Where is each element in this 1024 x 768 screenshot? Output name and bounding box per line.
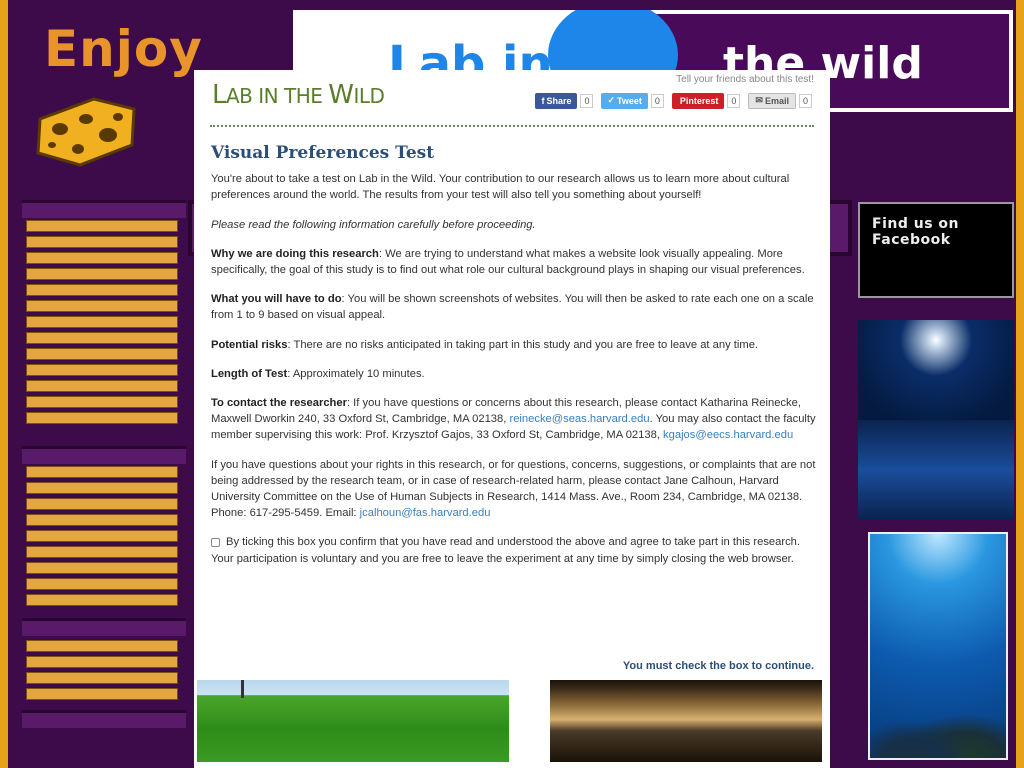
- left-menu-block-1: [26, 220, 178, 428]
- must-check-message: You must check the box to continue.: [622, 660, 814, 672]
- length-label: Length of Test: [211, 367, 288, 380]
- menu-stripe[interactable]: [26, 284, 178, 296]
- logo-letter: W: [328, 80, 354, 110]
- gajos-email-link[interactable]: kgajos@eecs.harvard.edu: [663, 429, 793, 441]
- tell-friends-text: Tell your friends about this test!: [676, 74, 814, 85]
- menu-stripe[interactable]: [26, 380, 178, 392]
- share-label: Share: [546, 95, 572, 106]
- left-sidebar-footer: [22, 710, 186, 728]
- facebook-share-button[interactable]: f Share: [535, 92, 578, 109]
- facebook-widget-title: Find us on Facebook: [872, 216, 959, 248]
- share-count: 0: [798, 93, 812, 108]
- email-share[interactable]: ✉ Email 0: [748, 92, 812, 109]
- menu-stripe[interactable]: [26, 688, 178, 700]
- rights-paragraph: If you have questions about your rights …: [211, 457, 817, 522]
- cheese-logo: [36, 97, 136, 167]
- share-label: Pinterest: [679, 95, 719, 106]
- email-icon: ✉: [755, 95, 763, 105]
- menu-stripe[interactable]: [26, 466, 178, 478]
- share-label: Tweet: [617, 95, 642, 106]
- left-sidebar-header: [22, 200, 186, 218]
- menu-stripe[interactable]: [26, 656, 178, 668]
- logo-letter: L: [212, 80, 227, 110]
- why-label: Why we are doing this research: [211, 247, 379, 260]
- contact-paragraph: To contact the researcher: If you have q…: [211, 395, 817, 444]
- consent-text: By ticking this box you confirm that you…: [211, 536, 801, 565]
- left-menu-block-2: [26, 466, 178, 610]
- facebook-share[interactable]: f Share 0: [535, 92, 594, 109]
- length-paragraph: Length of Test: Approximately 10 minutes…: [211, 366, 817, 382]
- menu-stripe[interactable]: [26, 514, 178, 526]
- email-button[interactable]: ✉ Email: [748, 92, 796, 109]
- night-sea-image: [858, 320, 1014, 520]
- logo-letter: AB IN THE: [226, 84, 329, 108]
- menu-stripe[interactable]: [26, 268, 178, 280]
- share-buttons: f Share 0 ✓ Tweet 0 Pinterest 0 ✉ Email: [535, 92, 812, 109]
- consent-content: Visual Preferences Test You're about to …: [211, 143, 817, 580]
- logo-letter: ILD: [353, 84, 385, 108]
- what-label: What you will have to do: [211, 293, 342, 306]
- pinterest-share[interactable]: Pinterest 0: [671, 92, 741, 109]
- reef-shape: [870, 698, 1006, 758]
- risks-paragraph: Potential risks: There are no risks anti…: [211, 337, 817, 353]
- grass-field-image: [197, 680, 509, 762]
- consent-checkbox[interactable]: [211, 538, 220, 547]
- right-sidebar: Find us on Facebook: [856, 200, 1018, 768]
- menu-stripe[interactable]: [26, 482, 178, 494]
- reinecke-email-link[interactable]: reinecke@seas.harvard.edu: [509, 413, 649, 425]
- left-sidebar-divider: [22, 618, 186, 636]
- share-count: 0: [650, 93, 664, 108]
- share-count: 0: [580, 93, 594, 108]
- twitter-icon: ✓: [607, 95, 616, 105]
- facebook-widget[interactable]: Find us on Facebook: [858, 202, 1014, 298]
- why-paragraph: Why we are doing this research: We are t…: [211, 246, 817, 278]
- share-label: Email: [764, 95, 789, 106]
- lab-in-the-wild-logo[interactable]: LAB IN THE WILD: [212, 80, 385, 110]
- please-read-paragraph: Please read the following information ca…: [211, 217, 817, 233]
- consent-paragraph: By ticking this box you confirm that you…: [211, 534, 817, 566]
- menu-stripe[interactable]: [26, 252, 178, 264]
- menu-stripe[interactable]: [26, 412, 178, 424]
- menu-stripe[interactable]: [26, 498, 178, 510]
- menu-stripe[interactable]: [26, 594, 178, 606]
- left-sidebar: [22, 200, 186, 760]
- page-title: Visual Preferences Test: [211, 143, 435, 163]
- rights-text: If you have questions about your rights …: [211, 458, 816, 520]
- menu-stripe[interactable]: [26, 530, 178, 542]
- share-count: 0: [727, 93, 741, 108]
- underwater-image: [868, 532, 1008, 760]
- intro-paragraph: You're about to take a test on Lab in th…: [211, 173, 790, 202]
- consent-dialog: Tell your friends about this test! LAB I…: [194, 70, 830, 768]
- menu-stripe[interactable]: [26, 332, 178, 344]
- tweet-button[interactable]: ✓ Tweet: [601, 92, 648, 109]
- menu-stripe[interactable]: [26, 236, 178, 248]
- length-text: : Approximately 10 minutes.: [287, 367, 425, 380]
- header-separator: [210, 125, 814, 127]
- pinterest-button[interactable]: Pinterest: [671, 92, 725, 109]
- facebook-icon: f: [541, 95, 545, 106]
- sunset-reflection-image: [550, 680, 822, 762]
- menu-stripe[interactable]: [26, 316, 178, 328]
- menu-stripe[interactable]: [26, 300, 178, 312]
- menu-stripe[interactable]: [26, 364, 178, 376]
- enjoy-heading: Enjoy: [44, 20, 203, 78]
- menu-stripe[interactable]: [26, 348, 178, 360]
- menu-stripe[interactable]: [26, 546, 178, 558]
- please-read-text: Please read the following information ca…: [211, 218, 536, 231]
- calhoun-email-link[interactable]: jcalhoun@fas.harvard.edu: [360, 507, 491, 519]
- what-paragraph: What you will have to do: You will be sh…: [211, 291, 817, 323]
- menu-stripe[interactable]: [26, 396, 178, 408]
- menu-stripe[interactable]: [26, 640, 178, 652]
- left-menu-block-3: [26, 640, 178, 704]
- twitter-share[interactable]: ✓ Tweet 0: [601, 92, 664, 109]
- risks-label: Potential risks: [211, 338, 288, 351]
- menu-stripe[interactable]: [26, 220, 178, 232]
- left-sidebar-divider: [22, 446, 186, 464]
- contact-label: To contact the researcher: [211, 397, 347, 410]
- risks-text: : There are no risks anticipated in taki…: [287, 338, 759, 351]
- menu-stripe[interactable]: [26, 562, 178, 574]
- menu-stripe[interactable]: [26, 578, 178, 590]
- menu-stripe[interactable]: [26, 672, 178, 684]
- pole-shape: [241, 680, 244, 698]
